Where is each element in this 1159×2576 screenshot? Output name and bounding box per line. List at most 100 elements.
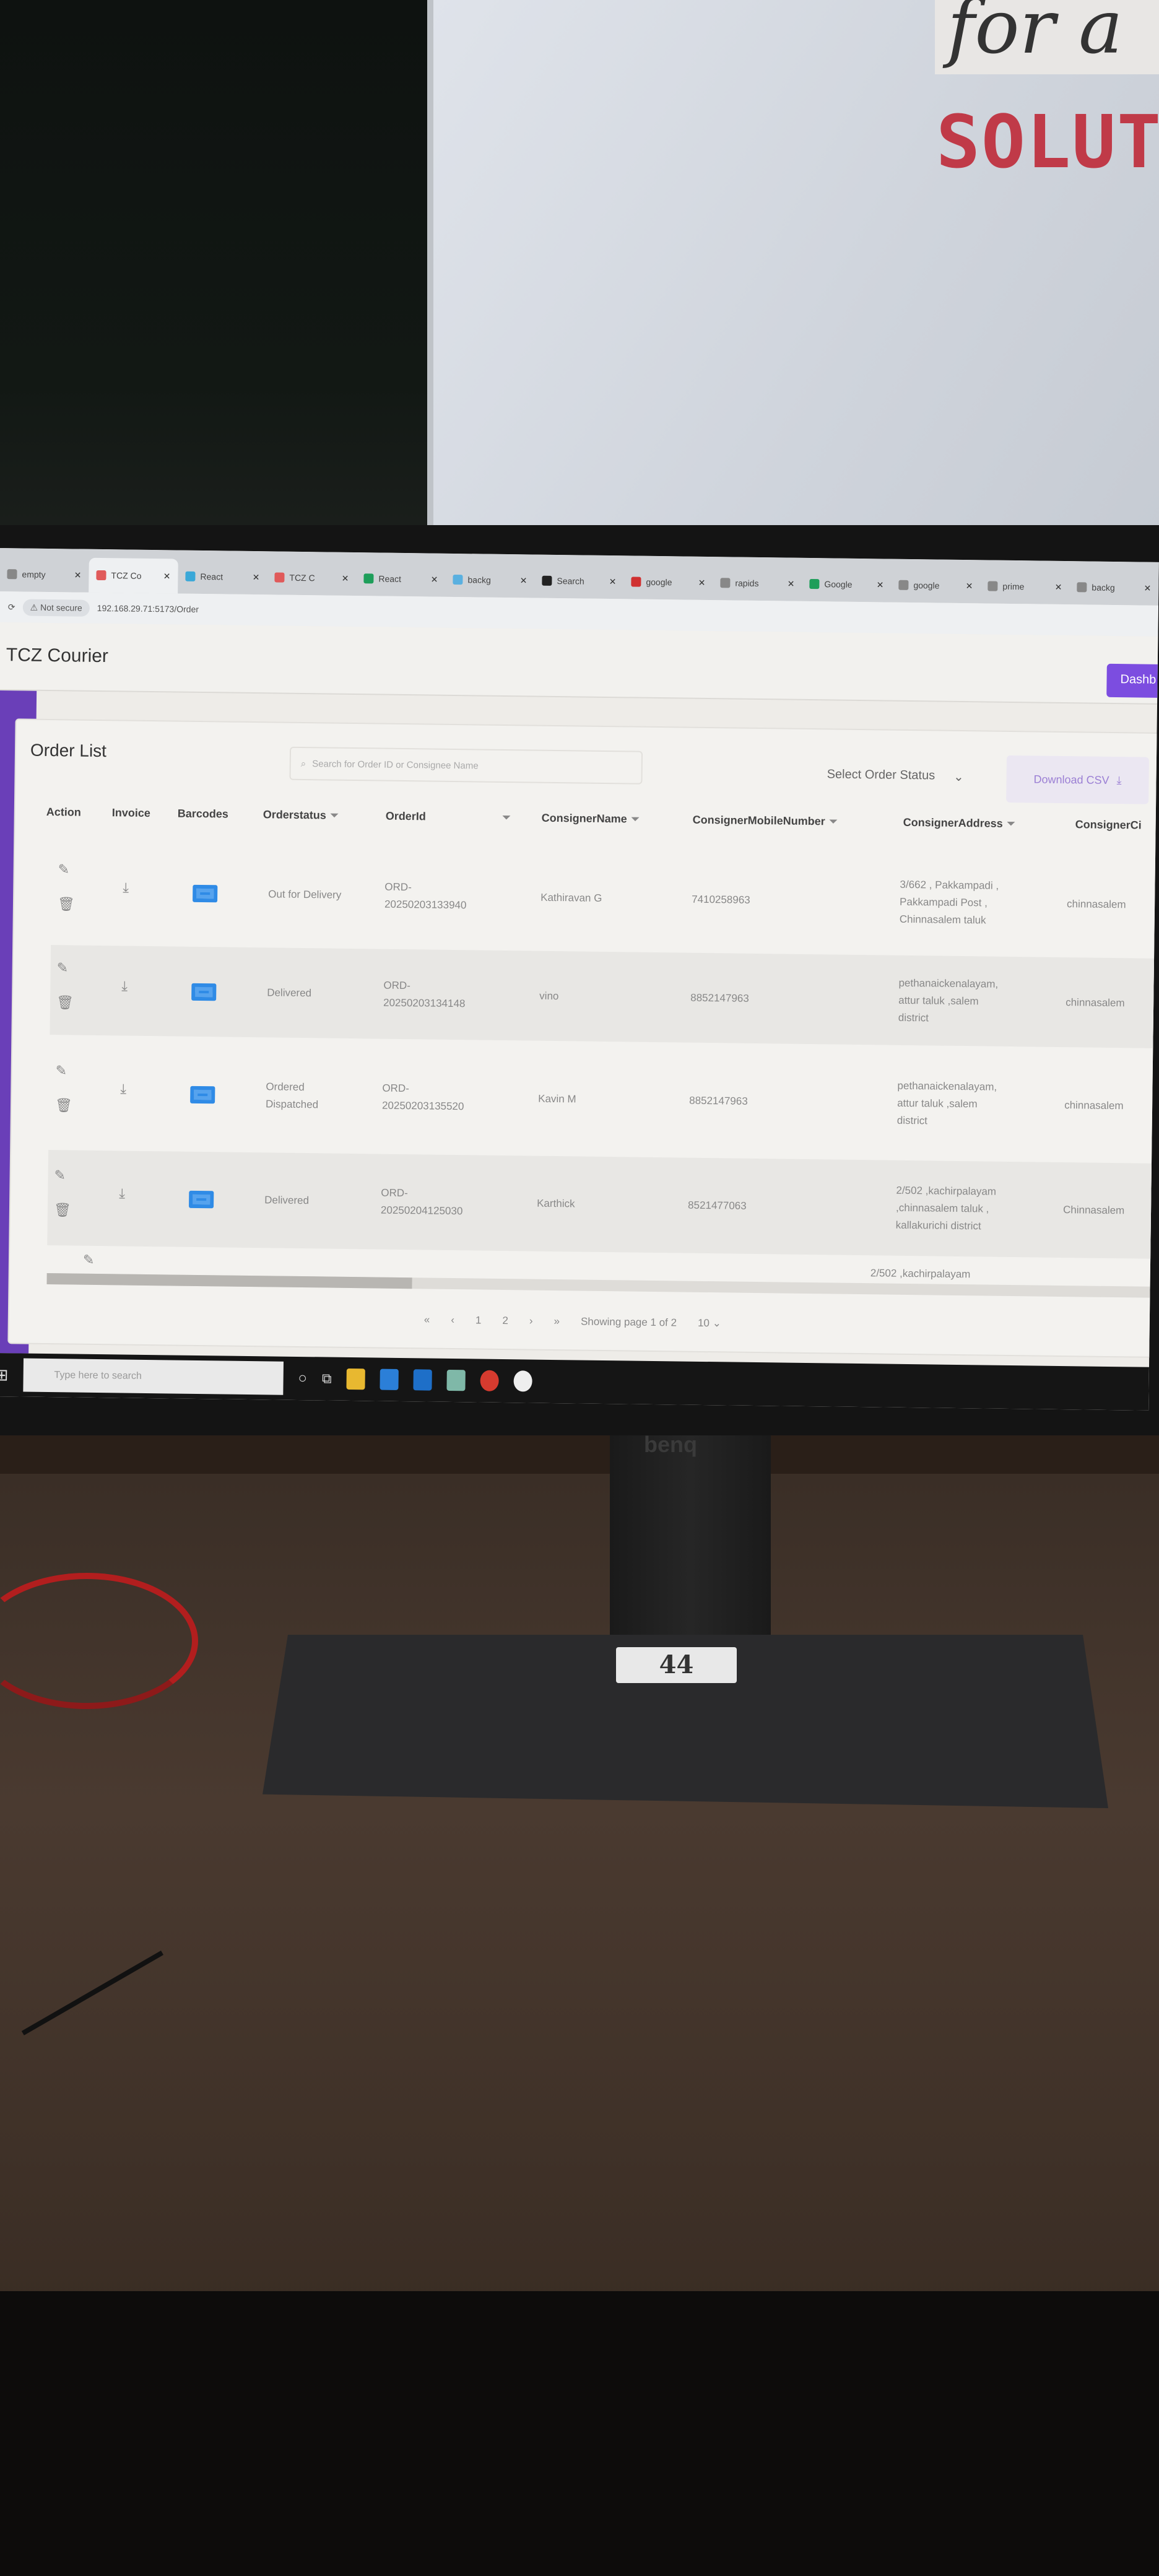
filter-icon[interactable]: ⏷ <box>631 812 640 825</box>
order-list-title: Order List <box>30 740 107 761</box>
url-text[interactable]: 192.168.29.71:5173/Order <box>97 603 199 614</box>
column-header[interactable]: ConsignerCi <box>1075 818 1142 832</box>
close-tab-icon[interactable]: ✕ <box>163 571 171 581</box>
browser-tab[interactable]: rapids ✕ <box>713 565 802 601</box>
column-header[interactable]: ConsignerAddress ⏷ <box>903 816 1016 830</box>
page-2-button[interactable]: 2 <box>502 1315 508 1327</box>
browser-tab[interactable]: google ✕ <box>623 564 713 600</box>
search-icon: ⌕ <box>300 758 306 769</box>
last-page-button[interactable]: » <box>553 1315 560 1328</box>
browser-tab[interactable]: google ✕ <box>891 568 981 604</box>
cortana-icon[interactable]: ○ <box>298 1370 307 1387</box>
next-page-button[interactable]: › <box>529 1315 533 1328</box>
delete-icon[interactable]: 🗑 <box>55 1097 72 1114</box>
barcode-button[interactable] <box>191 983 217 1001</box>
invoice-download-icon[interactable]: ⤓ <box>123 879 129 896</box>
cell-status: Delivered <box>267 986 312 999</box>
search-input[interactable]: ⌕ Search for Order ID or Consignee Name <box>289 746 643 785</box>
delete-icon[interactable]: 🗑 <box>56 994 74 1011</box>
order-status-select[interactable]: Select Order Status ⌄ <box>827 767 965 785</box>
app-header: TCZ Courier Dashb <box>0 622 1159 705</box>
delete-icon[interactable]: 🗑 <box>54 1201 71 1219</box>
reload-icon[interactable]: ⟳ <box>8 602 15 612</box>
cell-city: Chinnasalem <box>1062 1204 1125 1217</box>
invoice-download-icon[interactable]: ⤓ <box>119 1185 125 1202</box>
tab-favicon-icon <box>96 570 106 581</box>
column-header[interactable]: Action <box>46 806 81 819</box>
browser-tab[interactable]: backg ✕ <box>1069 570 1159 606</box>
windows-start-icon[interactable]: ⊞ <box>0 1365 9 1384</box>
barcode-button[interactable] <box>193 884 218 903</box>
security-indicator[interactable]: ⚠ Not secure <box>22 598 90 617</box>
browser-tab[interactable]: React ✕ <box>356 561 446 597</box>
tab-label: Search <box>557 575 584 586</box>
close-tab-icon[interactable]: ✕ <box>431 574 438 585</box>
tab-label: empty <box>22 569 46 580</box>
browser-tab[interactable]: TCZ Co ✕ <box>89 557 178 594</box>
column-header[interactable]: ConsignerMobileNumber ⏷ <box>693 814 838 829</box>
column-header-label: Action <box>46 805 81 819</box>
close-tab-icon[interactable]: ✕ <box>698 577 706 588</box>
taskbar-search[interactable]: Type here to search <box>23 1358 284 1395</box>
browser-tab[interactable]: TCZ C ✕ <box>267 560 357 596</box>
close-tab-icon[interactable]: ✕ <box>253 572 260 582</box>
close-tab-icon[interactable]: ✕ <box>877 580 884 590</box>
close-tab-icon[interactable]: ✕ <box>1055 581 1062 592</box>
page-size-select[interactable]: 10 ⌄ <box>698 1317 721 1329</box>
column-header[interactable]: ConsignerName ⏷ <box>542 812 640 826</box>
close-tab-icon[interactable]: ✕ <box>1144 583 1152 593</box>
invoice-download-icon[interactable]: ⤓ <box>120 1080 126 1097</box>
vscode-icon[interactable] <box>413 1369 432 1391</box>
app-icon[interactable] <box>446 1369 466 1391</box>
column-header-label: Barcodes <box>177 807 228 820</box>
edit-icon[interactable]: ✎ <box>54 1167 66 1184</box>
chrome-icon[interactable] <box>480 1370 499 1391</box>
close-tab-icon[interactable]: ✕ <box>788 578 795 589</box>
mail-icon[interactable] <box>380 1368 399 1390</box>
cell-city: chinnasalem <box>1066 898 1126 911</box>
table-row: ✎ 🗑 ⤓ Out for Delivery ORD- 20250203133940 Ka… <box>51 846 1159 951</box>
browser-tab[interactable]: backg ✕ <box>445 562 535 598</box>
browser-tab[interactable]: prime ✕ <box>980 568 1070 604</box>
chevron-down-icon: ⌄ <box>953 770 965 785</box>
invoice-download-icon[interactable]: ⤓ <box>121 977 128 994</box>
browser-tab[interactable]: Search ✕ <box>534 564 624 599</box>
delete-icon[interactable]: 🗑 <box>58 895 75 913</box>
app-circle-icon[interactable] <box>513 1370 532 1392</box>
close-tab-icon[interactable]: ✕ <box>74 570 82 580</box>
edit-icon[interactable]: ✎ <box>56 1062 67 1079</box>
page-1-button[interactable]: 1 <box>475 1314 482 1326</box>
close-tab-icon[interactable]: ✕ <box>520 575 527 586</box>
filter-icon[interactable]: ⏷ <box>829 815 838 827</box>
search-placeholder: Search for Order ID or Consignee Name <box>312 758 479 771</box>
tab-label: TCZ C <box>289 572 315 583</box>
filter-icon[interactable]: ⏷ <box>330 809 339 822</box>
filter-icon[interactable]: ⏷ <box>1007 817 1016 830</box>
download-csv-button[interactable]: Download CSV ⤓ <box>1006 755 1150 804</box>
browser-tab[interactable]: empty ✕ <box>0 557 89 593</box>
monitor-brand: benq <box>644 1432 697 1457</box>
task-view-icon[interactable]: ⧉ <box>322 1370 332 1386</box>
dashboard-button[interactable]: Dashb <box>1106 663 1159 698</box>
browser-tab[interactable]: Google ✕ <box>802 567 892 603</box>
column-header[interactable]: Orderstatus ⏷ <box>263 808 339 822</box>
column-header[interactable]: Barcodes <box>178 807 228 821</box>
barcode-button[interactable] <box>190 1086 215 1103</box>
file-explorer-icon[interactable] <box>346 1368 365 1390</box>
close-tab-icon[interactable]: ✕ <box>342 573 349 583</box>
column-header[interactable]: Invoice <box>112 806 150 820</box>
column-header[interactable]: OrderId <box>386 810 426 824</box>
edit-icon[interactable]: ✎ <box>57 959 69 977</box>
cell-mobile: 8852147963 <box>689 1094 748 1107</box>
prev-page-button[interactable]: ‹ <box>451 1314 454 1326</box>
column-header-label: ConsignerMobileNumber <box>692 813 825 828</box>
edit-icon[interactable]: ✎ <box>58 861 70 878</box>
barcode-button[interactable] <box>189 1190 214 1209</box>
tab-favicon-icon <box>1077 582 1087 593</box>
close-tab-icon[interactable]: ✕ <box>966 581 973 591</box>
edit-icon[interactable]: ✎ <box>83 1251 95 1269</box>
close-tab-icon[interactable]: ✕ <box>609 577 617 587</box>
browser-tab[interactable]: React ✕ <box>178 559 267 595</box>
first-page-button[interactable]: « <box>424 1313 430 1326</box>
filter-icon[interactable]: ⏷ <box>502 811 511 824</box>
